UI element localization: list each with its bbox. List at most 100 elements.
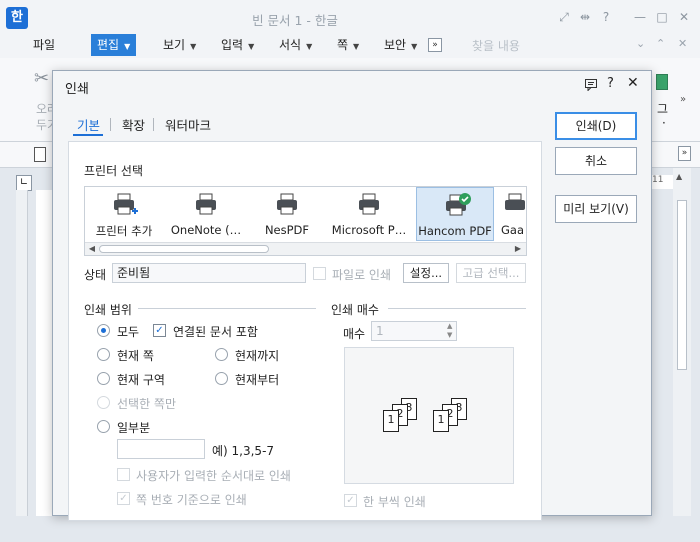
printer-name: Hancom PDF (418, 224, 492, 238)
linked-docs-checkbox[interactable]: ✓ (153, 324, 166, 337)
copies-spinner[interactable]: 1 (371, 321, 457, 341)
menu-file[interactable]: 파일 (33, 34, 55, 56)
page-number-order-checkbox[interactable]: ✓ (117, 492, 130, 505)
print-button[interactable]: 인쇄(D) (555, 112, 637, 140)
chevron-down-icon: ▼ (306, 42, 313, 51)
print-to-file-checkbox[interactable] (313, 267, 326, 280)
menu-view[interactable]: 보기 ▼ (163, 34, 196, 56)
toolbar-right-label: 그 (657, 102, 669, 116)
scrollbar-thumb[interactable] (677, 200, 687, 370)
close-button[interactable]: ✕ (627, 75, 639, 91)
maximize-icon[interactable]: □ (654, 9, 670, 25)
copies-section-title: 인쇄 매수 (331, 303, 379, 317)
help-button[interactable]: ? (607, 76, 614, 91)
search-field[interactable]: 찾을 내용 (472, 37, 520, 54)
layout-icon[interactable]: ⇹ (577, 9, 593, 25)
ruler-toggle-icon[interactable]: ∟ (16, 175, 32, 191)
chevron-down-icon[interactable]: ⌄ (636, 37, 645, 50)
tab-watermark[interactable]: 워터마크 (165, 115, 211, 137)
chevron-down-icon: ▼ (353, 42, 360, 51)
spinner-arrows-icon[interactable]: ▲ ▼ (447, 322, 452, 340)
printer-icon (196, 193, 216, 215)
chevron-down-icon: ▼ (124, 42, 131, 51)
scissors-icon[interactable]: ✂ (34, 68, 54, 89)
chevron-down-icon: ▼ (190, 42, 197, 51)
comment-icon[interactable] (585, 79, 597, 92)
range-current-section-radio[interactable] (97, 372, 110, 385)
menu-page[interactable]: 쪽 ▼ (337, 34, 359, 56)
range-selected-pages-radio[interactable] (97, 396, 110, 409)
printer-name: Gaa (501, 223, 525, 237)
chevron-down-icon: ▼ (411, 42, 418, 51)
printer-icon (505, 193, 525, 210)
tab-extended[interactable]: 확장 (122, 115, 145, 137)
settings-button[interactable]: 설정... (403, 263, 449, 283)
minimize-icon[interactable]: — (632, 9, 648, 25)
dialog-title: 인쇄 (65, 82, 89, 97)
range-current-page-label: 현재 쪽 (117, 349, 154, 363)
collate-label: 한 부씩 인쇄 (363, 495, 426, 509)
toolbar-expand-icon[interactable]: » (680, 94, 686, 105)
chevron-down-icon: ▼ (248, 42, 255, 51)
printer-icon (359, 193, 379, 215)
printer-name: Microsoft P… (331, 223, 407, 237)
scroll-up-icon[interactable]: ▲ (676, 172, 682, 181)
printer-item-microsoft[interactable]: Microsoft P… (330, 187, 408, 241)
menu-insert[interactable]: 입력 ▼ (221, 34, 254, 56)
range-current-page-radio[interactable] (97, 348, 110, 361)
toolbar-right-label-2: · (662, 116, 666, 130)
scrollbar-thumb[interactable] (99, 245, 269, 253)
new-document-icon[interactable] (34, 147, 46, 162)
preview-button[interactable]: 미리 보기(V) (555, 195, 637, 223)
close-document-icon[interactable]: ✕ (678, 37, 687, 50)
cancel-button[interactable]: 취소 (555, 147, 637, 175)
collated-set-icon: 3 2 1 (433, 398, 473, 438)
range-up-to-current-radio[interactable] (215, 348, 228, 361)
menu-edit[interactable]: 편집 ▼ (91, 34, 137, 56)
printer-item-partial[interactable]: Gaa (499, 187, 526, 241)
menu-bar: 파일 편집 ▼ 보기 ▼ 입력 ▼ 서식 ▼ 쪽 ▼ 보안 ▼ » 찾을 내용 ⌄ ⌃ ✕ (0, 34, 700, 58)
more-menus-icon[interactable]: » (428, 38, 442, 52)
collate-preview: 3 2 1 3 2 1 (344, 347, 514, 484)
printer-list-scrollbar[interactable]: ◀ ▶ (85, 242, 526, 255)
tab-separator (110, 118, 111, 131)
vertical-ruler (16, 190, 28, 516)
scroll-left-icon[interactable]: ◀ (87, 244, 97, 254)
range-all-radio[interactable] (97, 324, 110, 337)
printer-name: OneNote (… (170, 223, 242, 237)
active-tab-indicator (73, 134, 103, 136)
status-field: 준비됨 (112, 263, 306, 283)
ruler-mark: 11 (652, 175, 664, 185)
double-chevron-down-icon[interactable]: » (678, 146, 691, 161)
range-current-section-label: 현재 구역 (117, 373, 165, 387)
chevron-up-icon[interactable]: ⌃ (656, 37, 665, 50)
help-icon[interactable]: ? (598, 9, 614, 25)
menu-security[interactable]: 보안 ▼ (384, 34, 417, 56)
status-label: 상태 (84, 268, 107, 282)
close-icon[interactable]: ✕ (676, 9, 692, 25)
printer-name: 프린터 추가 (95, 224, 153, 238)
printer-list: 프린터 추가 OneNote (… NesPDF Microsoft P… Ha… (84, 186, 527, 256)
printer-item-hancom-pdf[interactable]: Hancom PDF (416, 187, 494, 241)
copies-label: 매수 (343, 327, 366, 341)
range-from-current-radio[interactable] (215, 372, 228, 385)
range-all-label: 모두 (117, 325, 140, 339)
fullscreen-icon[interactable]: ⤢ (556, 9, 572, 25)
advanced-button[interactable]: 고급 선택... (456, 263, 526, 283)
linked-docs-label: 연결된 문서 포함 (173, 325, 258, 339)
range-some-radio[interactable] (97, 420, 110, 433)
page-range-input[interactable] (117, 439, 205, 459)
tab-separator (153, 118, 154, 131)
scroll-right-icon[interactable]: ▶ (513, 244, 523, 254)
user-order-checkbox[interactable] (117, 468, 130, 481)
collate-checkbox[interactable]: ✓ (344, 494, 357, 507)
printer-item-nespdf[interactable]: NesPDF (248, 187, 326, 241)
range-selected-pages-label: 선택한 쪽만 (117, 397, 177, 411)
default-printer-icon (446, 193, 471, 216)
format-icon[interactable] (656, 74, 668, 90)
menu-format[interactable]: 서식 ▼ (279, 34, 312, 56)
printer-item-onenote[interactable]: OneNote (… (167, 187, 245, 241)
printer-section-title: 프린터 선택 (84, 164, 144, 178)
printer-item-add[interactable]: 프린터 추가 (85, 187, 163, 241)
margin-marker (0, 258, 8, 270)
